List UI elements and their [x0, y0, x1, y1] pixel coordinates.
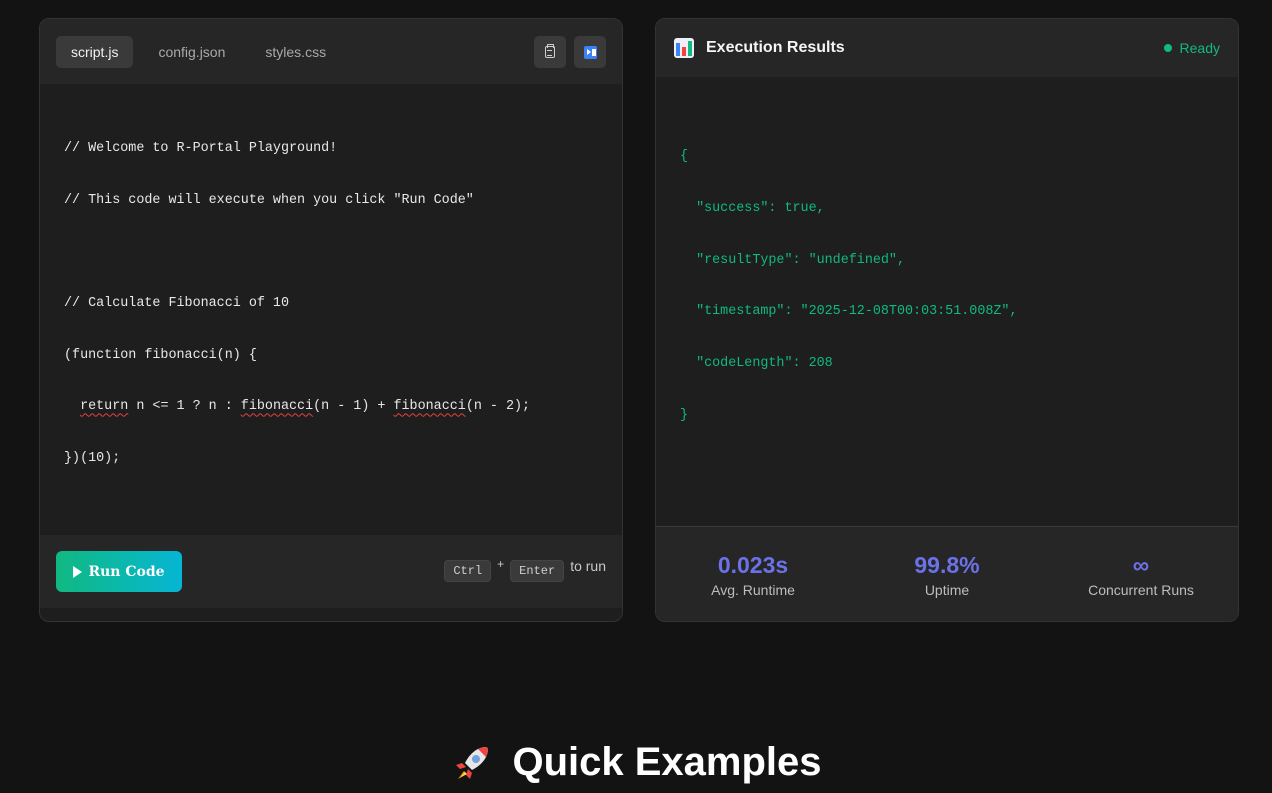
stat-label: Concurrent Runs: [1088, 582, 1194, 598]
bar-chart-icon: [674, 38, 694, 58]
output-line: "resultType": "undefined",: [680, 252, 905, 268]
editor-footer: Run Code Ctrl + Enter to run: [40, 535, 622, 608]
result-output: { "success": true, "resultType": "undefi…: [680, 116, 1018, 457]
code-editor-panel: script.js config.json styles.css // Welc…: [39, 18, 623, 622]
stat-value: 0.023s: [717, 552, 789, 578]
code-line: // Calculate Fibonacci of 10: [64, 296, 289, 312]
code-line: return n <= 1 ? n : fibonacci(n - 1) + f…: [80, 399, 531, 415]
quick-examples-heading: Quick Examples: [0, 740, 1272, 785]
stat-uptime: 99.8% Uptime: [850, 527, 1044, 621]
code-function-name: fibonacci: [393, 399, 466, 415]
section-title-text: Quick Examples: [512, 740, 822, 784]
tab-script-js[interactable]: script.js: [56, 35, 134, 68]
code-line: })(10);: [64, 450, 121, 466]
kbd-enter: Enter: [510, 560, 565, 582]
code-area[interactable]: // Welcome to R-Portal Playground! // Th…: [64, 108, 530, 500]
rocket-icon: [456, 746, 489, 779]
code-line: // This code will execute when you click…: [64, 192, 474, 208]
code-keyword: return: [80, 399, 129, 415]
shortcut-hint-text: to run: [570, 558, 606, 574]
execution-results-panel: Execution Results Ready { "success": tru…: [655, 18, 1239, 622]
output-line: "success": true,: [680, 200, 825, 216]
status-text: Ready: [1179, 40, 1220, 56]
stat-label: Uptime: [924, 582, 970, 598]
play-pause-button[interactable]: [574, 36, 606, 68]
tab-styles-css[interactable]: styles.css: [250, 36, 341, 68]
tab-config-json[interactable]: config.json: [143, 36, 240, 68]
kbd-plus: +: [497, 557, 505, 571]
stats-bar: 0.023s Avg. Runtime 99.8% Uptime ∞ Concu…: [656, 526, 1238, 621]
output-line: }: [680, 407, 689, 423]
editor-tools: [534, 36, 606, 68]
editor-tabbar: script.js config.json styles.css: [40, 19, 622, 84]
code-function-name: fibonacci: [240, 399, 314, 415]
code-line: // Welcome to R-Portal Playground!: [64, 141, 338, 156]
kbd-ctrl: Ctrl: [444, 560, 492, 582]
copy-button[interactable]: [534, 36, 566, 68]
stat-value: 99.8%: [914, 552, 980, 578]
play-icon: [73, 565, 83, 578]
stat-concurrent-runs: ∞ Concurrent Runs: [1044, 527, 1238, 621]
results-header: Execution Results Ready: [656, 19, 1238, 77]
stat-value: ∞: [1132, 552, 1150, 578]
stat-label: Avg. Runtime: [711, 582, 795, 598]
code-line: (function fibonacci(n) {: [64, 347, 257, 363]
status-dot-icon: [1163, 44, 1172, 52]
results-title: Execution Results: [706, 39, 845, 56]
output-line: "timestamp": "2025-12-08T00:03:51.008Z",: [680, 304, 1018, 320]
stat-avg-runtime: 0.023s Avg. Runtime: [656, 527, 850, 621]
run-code-label: Run Code: [88, 563, 165, 580]
output-line: "codeLength": 208: [680, 356, 833, 372]
status-indicator: Ready: [1163, 40, 1220, 56]
clipboard-icon: [545, 44, 555, 58]
run-code-button[interactable]: Run Code: [56, 551, 182, 592]
shortcut-hint: Ctrl + Enter to run: [444, 557, 606, 582]
play-pause-icon: [583, 45, 597, 59]
output-line: {: [680, 149, 689, 164]
